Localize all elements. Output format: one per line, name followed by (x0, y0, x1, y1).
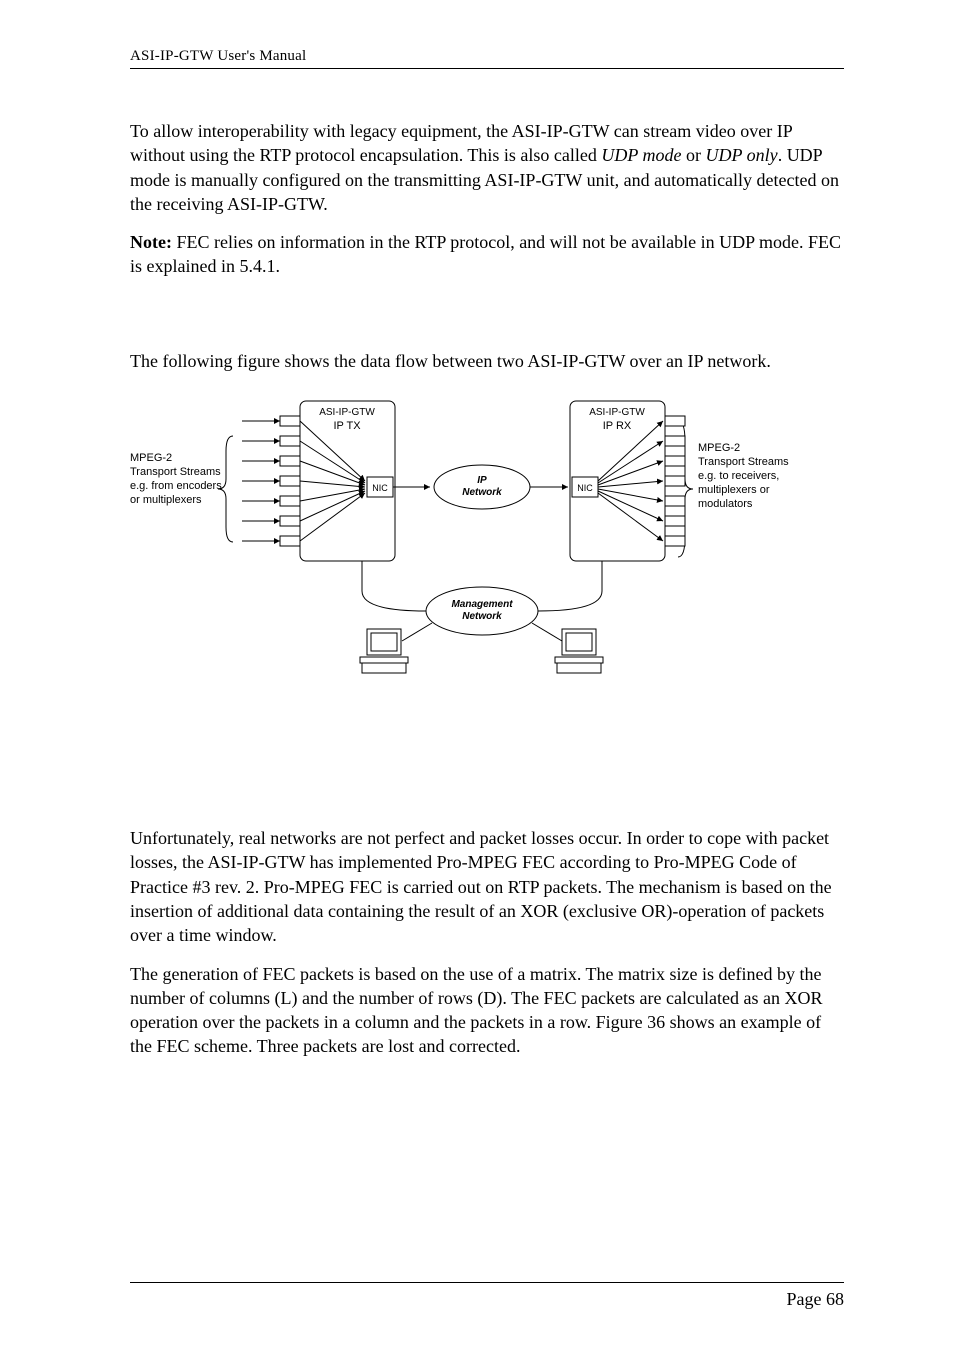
running-header: ASI-IP-GTW User's Manual (130, 48, 844, 65)
fig-right-label-1: MPEG-2 (698, 442, 740, 454)
header-rule (130, 68, 844, 69)
footer-rule (130, 1282, 844, 1283)
page-footer: Page 68 (130, 1282, 844, 1310)
fig-ipnet-2: Network (462, 487, 502, 498)
text-or: or (682, 145, 706, 165)
fig-rx-title-2: IP RX (603, 420, 632, 432)
fig-tx-title-2: IP TX (333, 420, 361, 432)
fig-mgmt-2: Network (462, 611, 502, 622)
page-number: Page 68 (130, 1289, 844, 1310)
data-flow-diagram-svg: MPEG-2 Transport Streams e.g. from encod… (130, 391, 842, 706)
paragraph-intro: To allow interoperability with legacy eq… (130, 119, 844, 216)
fig-ipnet-1: IP (477, 475, 487, 486)
computer-left-icon (360, 629, 408, 673)
fig-right-label-5: modulators (698, 498, 753, 510)
computer-right-icon (555, 629, 603, 673)
text-udp-only: UDP only (706, 145, 778, 165)
paragraph-fec-2: The generation of FEC packets is based o… (130, 962, 844, 1059)
fig-right-label-2: Transport Streams (698, 456, 789, 468)
fig-left-label-1: MPEG-2 (130, 452, 172, 464)
paragraph-fec-1: Unfortunately, real networks are not per… (130, 826, 844, 947)
fig-tx-title-1: ASI-IP-GTW (319, 407, 375, 418)
fig-rx-nic: NIC (577, 483, 593, 493)
note-body: FEC relies on information in the RTP pro… (130, 232, 841, 276)
fig-left-label-3: e.g. from encoders (130, 480, 222, 492)
figure-data-flow: MPEG-2 Transport Streams e.g. from encod… (130, 391, 842, 706)
fig-mgmt-1: Management (451, 599, 513, 610)
fig-tx-nic: NIC (372, 483, 388, 493)
fig-right-label-3: e.g. to receivers, (698, 470, 779, 482)
paragraph-flow: The following figure shows the data flow… (130, 349, 844, 373)
fig-left-label-2: Transport Streams (130, 466, 221, 478)
fig-left-label-4: or multiplexers (130, 494, 202, 506)
page-container: ASI-IP-GTW User's Manual To allow intero… (0, 0, 954, 1350)
note-label: Note: (130, 232, 172, 252)
text-udp-mode: UDP mode (601, 145, 681, 165)
fig-right-label-4: multiplexers or (698, 484, 770, 496)
paragraph-note: Note: FEC relies on information in the R… (130, 230, 844, 279)
fig-rx-title-1: ASI-IP-GTW (589, 407, 645, 418)
